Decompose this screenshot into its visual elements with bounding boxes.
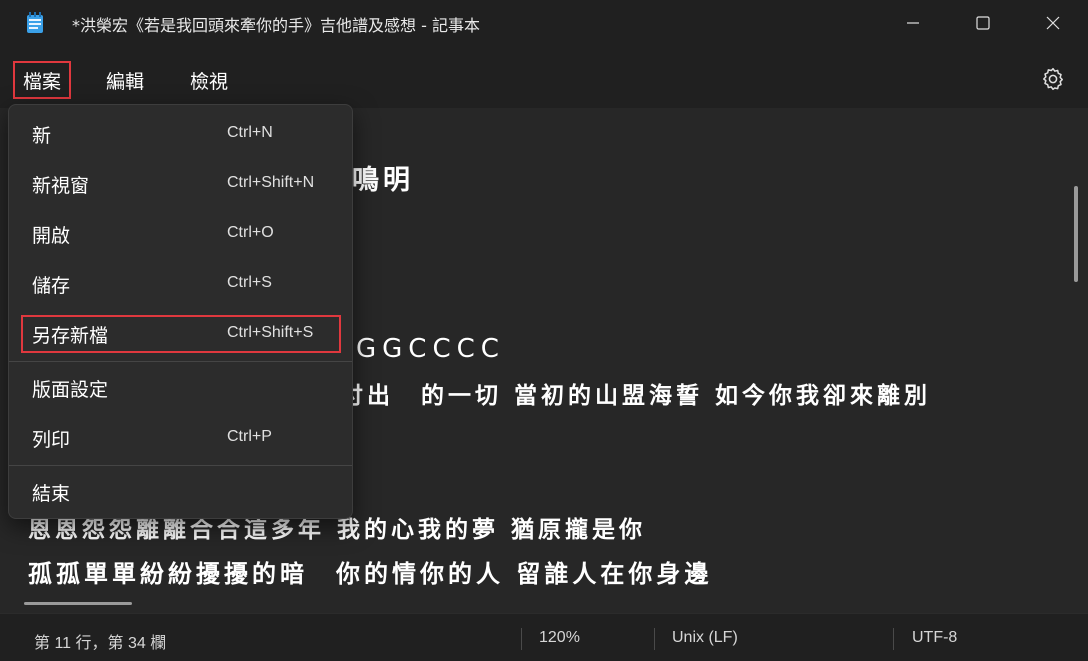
- line-ending[interactable]: Unix (LF): [672, 629, 738, 647]
- menu-item-print[interactable]: 列印 Ctrl+P: [13, 417, 348, 461]
- encoding[interactable]: UTF-8: [912, 629, 957, 647]
- menu-item-label: 新: [32, 125, 52, 147]
- menu-item-new[interactable]: 新 Ctrl+N: [13, 113, 348, 157]
- menu-divider: [9, 361, 352, 362]
- menu-item-shortcut: Ctrl+Shift+N: [227, 174, 315, 191]
- menu-item-label: 結束: [32, 483, 71, 505]
- status-divider: [654, 628, 655, 650]
- window-title: *洪榮宏《若是我回頭來牽你的手》吉他譜及感想 - 記事本: [72, 16, 480, 35]
- minimize-button[interactable]: [878, 0, 948, 46]
- menu-item-label: 開啟: [32, 225, 71, 247]
- close-button[interactable]: [1018, 0, 1088, 46]
- editor-line-3: GGCCCC: [356, 334, 505, 364]
- notepad-icon: [27, 12, 43, 33]
- editor-line-4: 付出 的一切 當初的山盟海誓 如今你我卻來離別: [340, 383, 932, 409]
- menu-item-open[interactable]: 開啟 Ctrl+O: [13, 213, 348, 257]
- menu-item-page-setup[interactable]: 版面設定: [13, 367, 348, 411]
- vertical-scrollbar[interactable]: [1074, 186, 1078, 282]
- menu-item-save[interactable]: 儲存 Ctrl+S: [13, 263, 348, 307]
- editor-line-1: 鳴明: [352, 165, 414, 196]
- menu-item-label: 新視窗: [32, 175, 90, 197]
- gear-icon[interactable]: [1040, 66, 1066, 92]
- menu-item-shortcut: Ctrl+S: [227, 274, 272, 291]
- menu-item-shortcut: Ctrl+N: [227, 124, 273, 141]
- maximize-icon: [976, 16, 990, 30]
- menu-file[interactable]: 檔案: [13, 61, 72, 99]
- editor-line-6: 孤孤單單紛紛擾擾的暗 你的情你的人 留誰人在你身邊: [28, 560, 713, 588]
- close-icon: [1046, 16, 1060, 30]
- menu-edit[interactable]: 編輯: [98, 61, 152, 99]
- menu-item-label: 版面設定: [32, 379, 109, 401]
- title-bar: *洪榮宏《若是我回頭來牽你的手》吉他譜及感想 - 記事本: [0, 0, 1088, 46]
- status-divider: [521, 628, 522, 650]
- save-as-highlight: [21, 315, 341, 353]
- notepad-window: *洪榮宏《若是我回頭來牽你的手》吉他譜及感想 - 記事本 檔案 編輯 檢視 鳴明…: [0, 0, 1088, 661]
- status-bar: 第 11 行，第 34 欄 120% Unix (LF) UTF-8: [0, 613, 1088, 661]
- menu-item-shortcut: Ctrl+P: [227, 428, 272, 445]
- horizontal-scrollbar[interactable]: [24, 602, 132, 605]
- status-divider: [893, 628, 894, 650]
- maximize-button[interactable]: [948, 0, 1018, 46]
- menu-item-label: 列印: [32, 429, 71, 451]
- zoom-level[interactable]: 120%: [539, 629, 580, 647]
- menu-item-label: 儲存: [32, 275, 71, 297]
- menu-item-shortcut: Ctrl+O: [227, 224, 274, 241]
- menu-item-exit[interactable]: 結束: [13, 471, 348, 515]
- minimize-icon: [907, 22, 919, 24]
- menu-divider: [9, 465, 352, 466]
- cursor-position: 第 11 行，第 34 欄: [34, 635, 167, 652]
- menu-bar: 檔案 編輯 檢視: [0, 46, 1088, 108]
- menu-item-new-window[interactable]: 新視窗 Ctrl+Shift+N: [13, 163, 348, 207]
- menu-view[interactable]: 檢視: [182, 61, 236, 99]
- file-menu-dropdown: 新 Ctrl+N 新視窗 Ctrl+Shift+N 開啟 Ctrl+O 儲存 C…: [8, 104, 353, 519]
